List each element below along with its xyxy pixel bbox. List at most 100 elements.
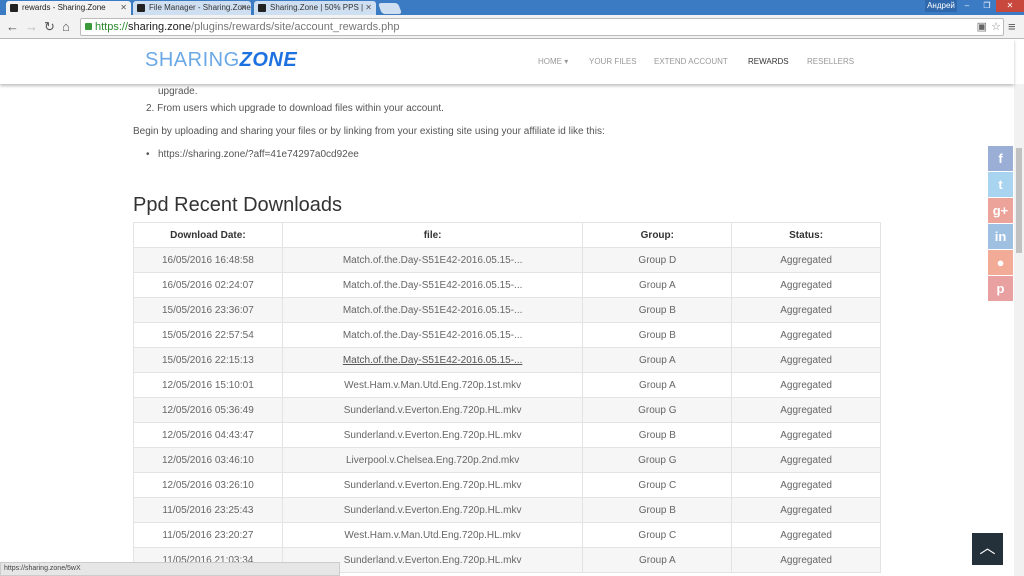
nav-resellers[interactable]: RESELLERS: [807, 57, 854, 66]
forward-icon[interactable]: →: [25, 19, 38, 34]
user-profile-button[interactable]: Андрей: [925, 0, 957, 12]
download-date-cell: 15/05/2016 23:36:07: [133, 297, 283, 323]
nav-your-files[interactable]: YOUR FILES: [589, 57, 637, 66]
minimize-icon[interactable]: –: [958, 0, 976, 12]
group-cell: Group B: [582, 297, 733, 323]
tab-bar: rewards - Sharing.Zone ✕ File Manager - S…: [0, 0, 1024, 15]
url-path: /plugins/rewards/site/account_rewards.ph…: [191, 21, 400, 33]
file-cell[interactable]: Match.of.the.Day-S51E42-2016.05.15-...: [281, 322, 584, 348]
table-row: 12/05/2016 03:46:10 Liverpool.v.Chelsea.E…: [133, 447, 881, 473]
download-date-cell: 12/05/2016 03:46:10: [133, 447, 283, 473]
close-tab-icon[interactable]: ✕: [240, 1, 247, 15]
group-cell: Group A: [582, 547, 733, 573]
download-date-cell: 16/05/2016 02:24:07: [133, 272, 283, 298]
status-cell: Aggregated: [731, 472, 881, 498]
download-date-cell: 11/05/2016 23:20:27: [133, 522, 283, 548]
file-cell[interactable]: Liverpool.v.Chelsea.Eng.720p.2nd.mkv: [281, 447, 584, 473]
share-linkedin-icon[interactable]: in: [988, 224, 1013, 249]
column-header-file: file:: [281, 222, 584, 248]
group-cell: Group C: [582, 472, 733, 498]
download-date-cell: 15/05/2016 22:15:13: [133, 347, 283, 373]
url-domain: sharing.zone: [128, 21, 192, 33]
share-reddit-icon[interactable]: ●: [988, 250, 1013, 275]
tab-file-manager[interactable]: File Manager - Sharing.Zone ✕: [133, 1, 251, 15]
downloads-table: Download Date: file: Group: Status: 16/0…: [133, 222, 881, 573]
status-bar-url: https://sharing.zone/5wX: [0, 562, 340, 576]
intro-text: Begin by uploading and sharing your file…: [133, 126, 605, 137]
tab-title: rewards - Sharing.Zone: [22, 3, 106, 12]
address-bar[interactable]: https://sharing.zone/plugins/rewards/sit…: [80, 18, 1004, 36]
new-tab-button[interactable]: [377, 3, 403, 14]
column-header-group: Group:: [582, 222, 733, 248]
share-twitter-icon[interactable]: t: [988, 172, 1013, 197]
file-cell[interactable]: Sunderland.v.Everton.Eng.720p.HL.mkv: [281, 422, 584, 448]
status-cell: Aggregated: [731, 547, 881, 573]
sharing-zone-logo[interactable]: SHARINGZONE: [145, 49, 297, 72]
file-cell[interactable]: West.Ham.v.Man.Utd.Eng.720p.HL.mkv: [281, 522, 584, 548]
file-cell[interactable]: Match.of.the.Day-S51E42-2016.05.15-...: [281, 297, 584, 323]
group-cell: Group A: [582, 372, 733, 398]
site-favicon-icon: [10, 4, 18, 12]
status-cell: Aggregated: [731, 297, 881, 323]
share-facebook-icon[interactable]: f: [988, 146, 1013, 171]
table-row: 15/05/2016 22:15:13 Match.of.the.Day-S51E…: [133, 347, 881, 373]
site-favicon-icon: [258, 4, 266, 12]
status-cell: Aggregated: [731, 447, 881, 473]
close-tab-icon[interactable]: ✕: [120, 1, 127, 15]
restore-icon[interactable]: ❐: [978, 0, 996, 12]
file-cell[interactable]: Sunderland.v.Everton.Eng.720p.HL.mkv: [281, 497, 584, 523]
tab-title: Sharing.Zone | 50% PPS |: [270, 3, 364, 12]
logo-text: SHARING: [145, 49, 240, 71]
translate-icon[interactable]: ▣: [977, 19, 987, 35]
bookmark-star-icon[interactable]: ☆: [991, 19, 1001, 35]
back-to-top-button[interactable]: ︿: [972, 533, 1003, 565]
page-scrollbar[interactable]: [1014, 84, 1024, 576]
file-cell[interactable]: Match.of.the.Day-S51E42-2016.05.15-...: [281, 247, 584, 273]
share-pinterest-icon[interactable]: p: [988, 276, 1013, 301]
list-item-text: 2. From users which upgrade to download …: [146, 103, 444, 114]
file-cell[interactable]: West.Ham.v.Man.Utd.Eng.720p.1st.mkv: [281, 372, 584, 398]
nav-rewards[interactable]: REWARDS: [748, 57, 789, 66]
browser-toolbar: ← → ↻ ⌂ https://sharing.zone/plugins/rew…: [0, 15, 1024, 39]
tab-rewards[interactable]: rewards - Sharing.Zone ✕: [6, 1, 131, 15]
group-cell: Group B: [582, 422, 733, 448]
group-cell: Group C: [582, 522, 733, 548]
group-cell: Group B: [582, 322, 733, 348]
status-cell: Aggregated: [731, 422, 881, 448]
close-window-icon[interactable]: ✕: [996, 0, 1024, 12]
site-header: SHARINGZONE HOME ▾ YOUR FILES EXTEND ACC…: [0, 39, 1014, 84]
status-cell: Aggregated: [731, 497, 881, 523]
affiliate-link[interactable]: https://sharing.zone/?aff=41e74297a0cd92…: [158, 149, 359, 160]
tab-sharing-zone-pps[interactable]: Sharing.Zone | 50% PPS | ✕: [254, 1, 376, 15]
table-header-row: Download Date: file: Group: Status:: [133, 222, 881, 248]
home-icon[interactable]: ⌂: [62, 19, 70, 34]
share-google-plus-icon[interactable]: g+: [988, 198, 1013, 223]
logo-text: ZONE: [239, 49, 298, 71]
menu-icon[interactable]: ≡: [1008, 19, 1016, 34]
download-date-cell: 12/05/2016 04:43:47: [133, 422, 283, 448]
group-cell: Group A: [582, 272, 733, 298]
table-row: 15/05/2016 23:36:07 Match.of.the.Day-S51E…: [133, 297, 881, 323]
back-icon[interactable]: ←: [6, 19, 19, 34]
reload-icon[interactable]: ↻: [44, 19, 55, 34]
file-cell[interactable]: Match.of.the.Day-S51E42-2016.05.15-...: [281, 347, 584, 373]
status-cell: Aggregated: [731, 347, 881, 373]
file-cell[interactable]: Match.of.the.Day-S51E42-2016.05.15-...: [281, 272, 584, 298]
bullet: •: [146, 149, 150, 160]
file-cell[interactable]: Sunderland.v.Everton.Eng.720p.HL.mkv: [281, 397, 584, 423]
nav-extend-account[interactable]: EXTEND ACCOUNT: [654, 57, 728, 66]
group-cell: Group B: [582, 497, 733, 523]
file-cell[interactable]: Sunderland.v.Everton.Eng.720p.HL.mkv: [281, 472, 584, 498]
close-tab-icon[interactable]: ✕: [365, 1, 372, 15]
group-cell: Group G: [582, 397, 733, 423]
status-cell: Aggregated: [731, 522, 881, 548]
column-header-status: Status:: [731, 222, 881, 248]
group-cell: Group G: [582, 447, 733, 473]
table-row: 11/05/2016 23:20:27 West.Ham.v.Man.Utd.En…: [133, 522, 881, 548]
scrollbar-thumb[interactable]: [1016, 148, 1022, 253]
nav-home[interactable]: HOME ▾: [538, 57, 568, 66]
column-header-date: Download Date:: [133, 222, 283, 248]
list-item-text: upgrade.: [158, 86, 198, 97]
table-row: 16/05/2016 02:24:07 Match.of.the.Day-S51E…: [133, 272, 881, 298]
status-cell: Aggregated: [731, 397, 881, 423]
